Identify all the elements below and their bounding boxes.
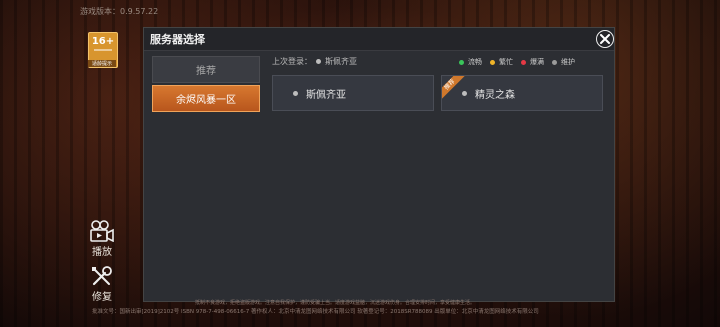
legend-smooth-label: 流畅 xyxy=(468,58,482,66)
server-status-dot xyxy=(293,90,298,96)
panel-header: 服务器选择 xyxy=(144,28,614,51)
region-tabs: 推荐 余烬风暴一区 xyxy=(152,56,260,114)
maintenance-dot xyxy=(552,59,557,65)
busy-dot xyxy=(490,59,495,65)
server-name: 斯佩齐亚 xyxy=(306,89,346,101)
age-badge-divider xyxy=(94,49,112,51)
video-camera-icon xyxy=(90,220,114,242)
server-select-panel: 服务器选择 推荐 余烬风暴一区 上次登录： 斯佩齐亚 流畅 繁忙 爆满 维护 斯… xyxy=(143,27,615,302)
recommended-ribbon-label: 推荐 xyxy=(442,76,466,100)
age-rating: 16+ xyxy=(91,36,115,47)
health-notice: 抵制不良游戏，拒绝盗版游戏。注意自我保护，谨防受骗上当。适度游戏益脑，沉迷游戏伤… xyxy=(195,300,476,306)
repair-button[interactable]: 修复 xyxy=(82,265,122,303)
legend-maintenance: 维护 xyxy=(552,57,575,67)
close-button[interactable] xyxy=(596,30,614,48)
play-video-button[interactable]: 播放 xyxy=(82,220,122,258)
server-name: 精灵之森 xyxy=(475,89,515,101)
panel-title: 服务器选择 xyxy=(150,33,205,46)
legend-full-label: 爆满 xyxy=(530,58,544,66)
legend-smooth: 流畅 xyxy=(459,57,482,67)
legend-busy-label: 繁忙 xyxy=(499,58,513,66)
tab-ember-storm-zone-1[interactable]: 余烬风暴一区 xyxy=(152,85,260,112)
license-info: 批准文号：国新出审[2019]2102号 ISBN 978-7-498-0661… xyxy=(92,309,539,315)
server-card[interactable]: 推荐 精灵之森 xyxy=(441,75,603,111)
repair-label: 修复 xyxy=(92,292,112,303)
wrench-icon xyxy=(92,266,112,286)
legend-full: 爆满 xyxy=(521,57,544,67)
play-label: 播放 xyxy=(92,247,112,258)
age-tip-label: 适龄提示 xyxy=(88,60,116,67)
full-dot xyxy=(521,59,526,65)
last-login: 上次登录： 斯佩齐亚 xyxy=(272,56,357,67)
close-icon xyxy=(600,34,610,44)
last-login-label: 上次登录： xyxy=(272,57,312,66)
last-login-server[interactable]: 斯佩齐亚 xyxy=(325,56,357,67)
legend-maintenance-label: 维护 xyxy=(561,58,575,66)
status-legend: 流畅 繁忙 爆满 维护 xyxy=(459,57,583,67)
version-label: 游戏版本：0.9.57.22 xyxy=(80,7,159,16)
tab-recommended[interactable]: 推荐 xyxy=(152,56,260,83)
legend-busy: 繁忙 xyxy=(490,57,513,67)
recommended-ribbon: 推荐 xyxy=(442,76,466,100)
server-card[interactable]: 斯佩齐亚 xyxy=(272,75,434,111)
smooth-dot xyxy=(459,59,464,65)
last-login-status-dot xyxy=(316,59,321,64)
